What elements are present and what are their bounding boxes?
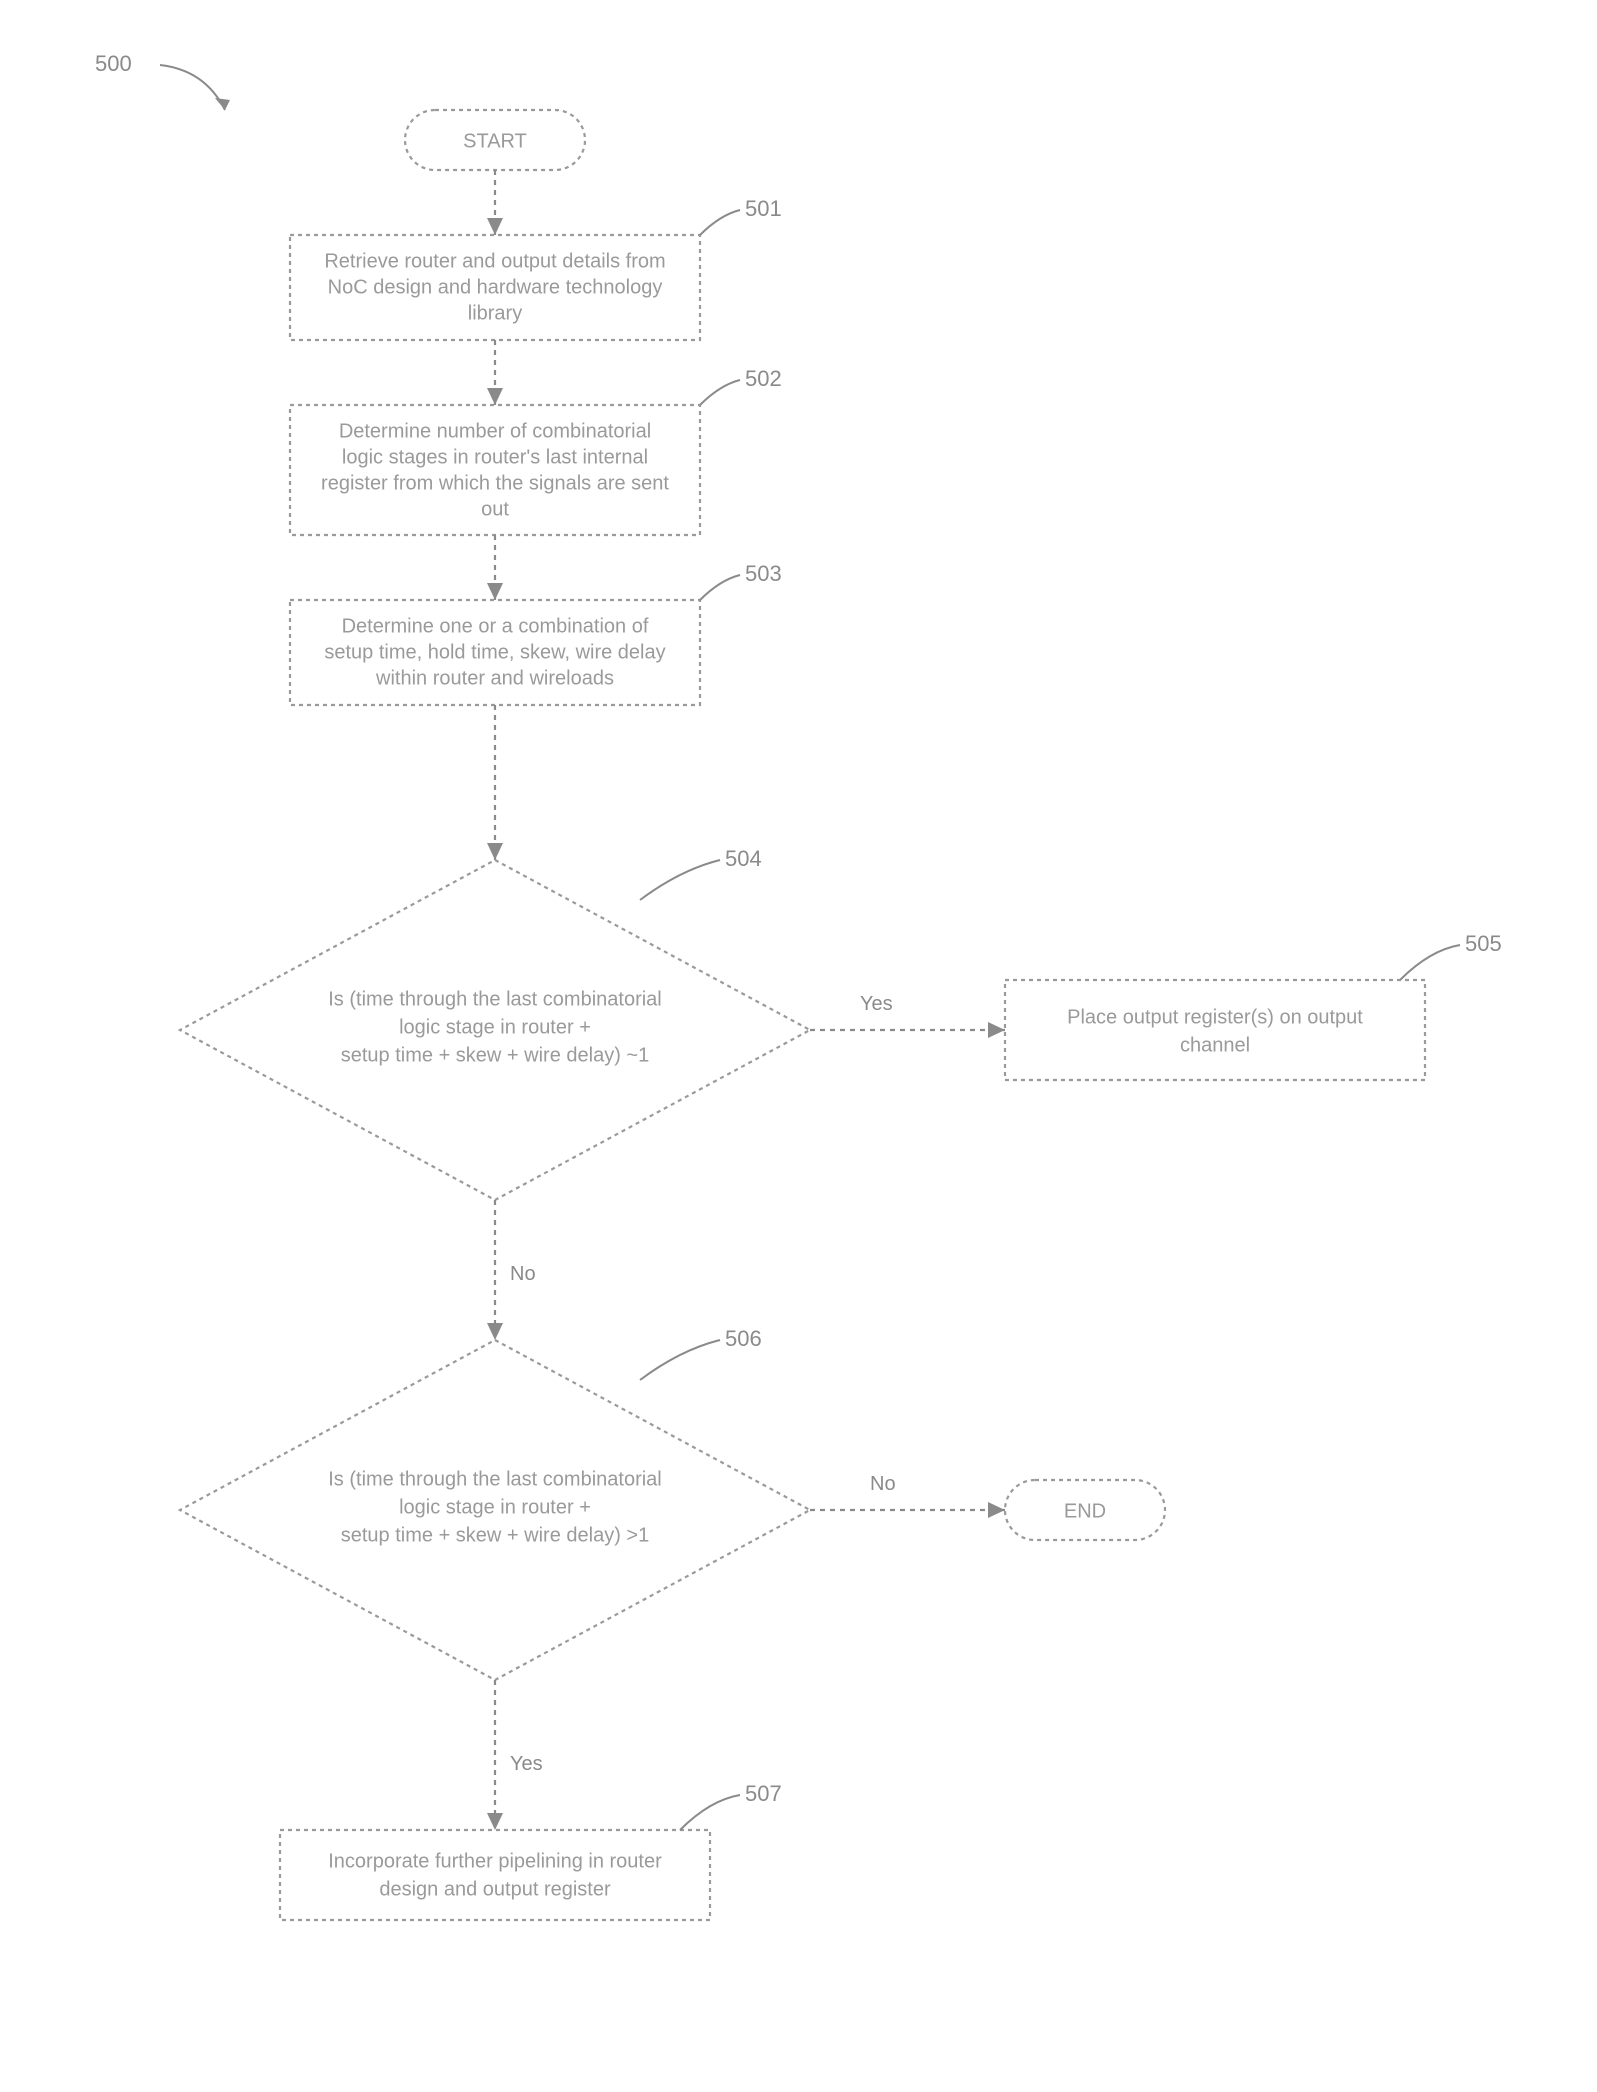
edge-504-505-label: Yes (860, 993, 893, 1015)
node-506-line3: setup time + skew + wire delay) >1 (341, 1524, 649, 1546)
node-502-line2: logic stages in router's last internal (342, 446, 648, 468)
leader-506 (640, 1340, 720, 1380)
edge-506-end-label: No (870, 1473, 896, 1495)
node-507-line2: design and output register (379, 1878, 611, 1900)
leader-505 (1400, 945, 1460, 980)
node-502-line1: Determine number of combinatorial (339, 420, 651, 442)
label-505: 505 (1465, 931, 1502, 956)
flowchart: 500 START Retrieve router and output det… (0, 0, 1597, 2092)
node-503-line3: within router and wireloads (375, 667, 614, 689)
figure-label: 500 (95, 51, 132, 76)
figure-leader-arrow (215, 98, 230, 110)
leader-507 (680, 1795, 740, 1830)
label-504: 504 (725, 846, 762, 871)
leader-502 (700, 380, 740, 405)
node-502-line3: register from which the signals are sent (321, 472, 669, 494)
node-506-line1: Is (time through the last combinatorial (328, 1468, 662, 1490)
node-505 (1005, 980, 1425, 1080)
node-501-line1: Retrieve router and output details from (324, 250, 665, 272)
leader-504 (640, 860, 720, 900)
node-506-line2: logic stage in router + (399, 1496, 591, 1518)
node-503-line2: setup time, hold time, skew, wire delay (324, 641, 665, 663)
end-text: END (1064, 1500, 1106, 1522)
node-502-line4: out (481, 498, 509, 520)
figure-leader (160, 65, 225, 110)
node-504-line1: Is (time through the last combinatorial (328, 988, 662, 1010)
label-506: 506 (725, 1326, 762, 1351)
node-505-line2: channel (1180, 1034, 1250, 1056)
edge-504-505-arrow (988, 1022, 1005, 1038)
edge-502-503-arrow (487, 583, 503, 600)
node-507 (280, 1830, 710, 1920)
edge-504-506-arrow (487, 1323, 503, 1340)
label-502: 502 (745, 366, 782, 391)
node-504-line3: setup time + skew + wire delay) ~1 (341, 1044, 649, 1066)
edge-start-501-arrow (487, 218, 503, 235)
label-501: 501 (745, 196, 782, 221)
leader-501 (700, 210, 740, 235)
node-505-line1: Place output register(s) on output (1067, 1006, 1363, 1028)
edge-506-507-label: Yes (510, 1753, 543, 1775)
edge-506-end-arrow (988, 1502, 1005, 1518)
node-504-line2: logic stage in router + (399, 1016, 591, 1038)
node-503-line1: Determine one or a combination of (342, 615, 649, 637)
node-507-line1: Incorporate further pipelining in router (328, 1850, 662, 1872)
edge-503-504-arrow (487, 843, 503, 860)
label-503: 503 (745, 561, 782, 586)
start-text: START (463, 130, 527, 152)
label-507: 507 (745, 1781, 782, 1806)
node-501-line3: library (468, 302, 522, 324)
leader-503 (700, 575, 740, 600)
node-501-line2: NoC design and hardware technology (328, 276, 663, 298)
edge-506-507-arrow (487, 1813, 503, 1830)
edge-501-502-arrow (487, 388, 503, 405)
edge-504-506-label: No (510, 1263, 536, 1285)
